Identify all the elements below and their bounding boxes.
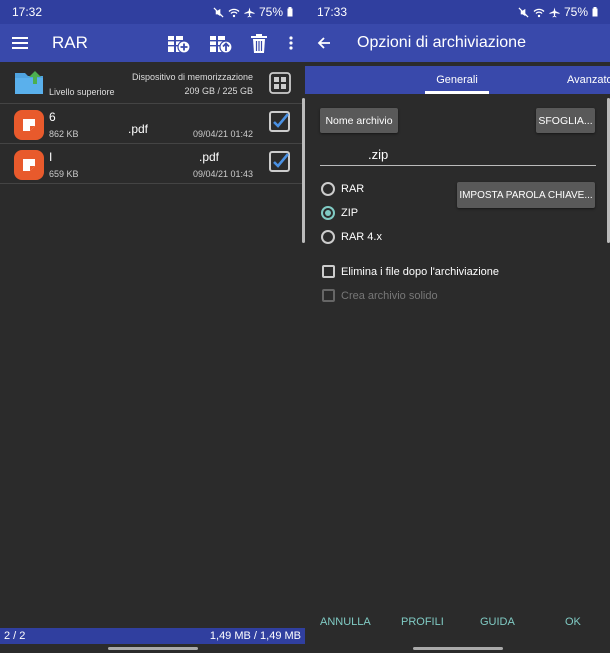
checkbox[interactable] bbox=[322, 265, 335, 278]
hamburger-icon bbox=[12, 37, 28, 49]
storage-info: Dispositivo di memorizzazione 209 GB / 2… bbox=[132, 70, 253, 98]
selection-status-bar: 2 / 2 1,49 MB / 1,49 MB bbox=[0, 628, 305, 644]
file-extension: .pdf bbox=[199, 150, 220, 164]
pdf-file-icon bbox=[14, 150, 44, 180]
cancel-button[interactable]: ANNULLA bbox=[320, 616, 371, 628]
grid-view-icon bbox=[269, 72, 291, 94]
archive-name-button[interactable]: Nome archivio bbox=[320, 108, 398, 133]
radio-button[interactable] bbox=[321, 230, 335, 244]
gesture-bar[interactable] bbox=[412, 647, 503, 650]
status-icons: 75% bbox=[213, 5, 293, 19]
file-name: 6 bbox=[49, 110, 56, 124]
tab-bar: Generali Avanzato bbox=[305, 66, 610, 94]
file-checkbox[interactable] bbox=[269, 151, 291, 178]
storage-space: 209 GB / 225 GB bbox=[184, 86, 253, 96]
checkbox-checked-icon bbox=[269, 151, 290, 172]
file-date: 09/04/21 01:43 bbox=[192, 169, 253, 179]
file-size: 862 KB bbox=[49, 129, 79, 139]
file-date: 09/04/21 01:42 bbox=[192, 129, 253, 139]
archive-extract-icon bbox=[210, 36, 233, 54]
mute-icon bbox=[518, 6, 529, 18]
menu-button[interactable] bbox=[12, 36, 28, 50]
archive-name-value: .zip bbox=[368, 147, 389, 162]
folder-up-icon bbox=[15, 71, 43, 94]
storage-device-label: Dispositivo di memorizzazione bbox=[131, 72, 253, 82]
ok-button[interactable]: OK bbox=[565, 616, 581, 628]
parent-folder-row[interactable]: Livello superiore Dispositivo di memoriz… bbox=[0, 64, 305, 104]
status-time: 17:32 bbox=[12, 5, 43, 19]
more-vert-icon bbox=[289, 36, 293, 50]
mute-icon bbox=[213, 6, 224, 18]
status-bar: 17:32 75% bbox=[0, 0, 305, 24]
status-bar: 17:33 75% bbox=[305, 0, 610, 24]
parent-folder-label: Livello superiore bbox=[49, 87, 115, 97]
file-size: 659 KB bbox=[49, 169, 79, 179]
file-checkbox[interactable] bbox=[269, 111, 291, 138]
file-extension: .pdf bbox=[128, 122, 149, 136]
format-label: ZIP bbox=[341, 207, 359, 219]
app-bar: Opzioni di archiviazione bbox=[305, 24, 610, 62]
tab-general[interactable]: Generali bbox=[425, 66, 489, 94]
battery-icon bbox=[592, 7, 598, 17]
format-rar4-radio[interactable]: RAR 4.x bbox=[321, 230, 382, 244]
gesture-bar[interactable] bbox=[107, 647, 198, 650]
radio-button[interactable] bbox=[321, 182, 335, 196]
selection-size: 1,49 MB / 1,49 MB bbox=[209, 630, 301, 642]
view-mode-button[interactable] bbox=[269, 72, 291, 94]
archive-add-icon bbox=[168, 36, 191, 54]
trash-icon bbox=[251, 33, 267, 53]
format-zip-radio[interactable]: ZIP bbox=[321, 206, 358, 220]
profiles-button[interactable]: PROFILI bbox=[401, 616, 444, 628]
app-bar: RAR bbox=[0, 24, 305, 62]
delete-button[interactable] bbox=[251, 33, 267, 53]
arrow-back-icon bbox=[317, 37, 330, 49]
battery-percent: 75% bbox=[258, 5, 283, 19]
delete-after-archiving-option[interactable]: Elimina i file dopo l'archiviazione bbox=[322, 265, 499, 278]
extract-button[interactable] bbox=[209, 32, 233, 54]
battery-icon bbox=[287, 7, 293, 17]
dialog-title: Opzioni di archiviazione bbox=[357, 34, 526, 51]
file-name: I bbox=[49, 150, 53, 164]
app-title: RAR bbox=[52, 33, 88, 52]
tab-indicator bbox=[425, 91, 489, 94]
wifi-icon bbox=[533, 8, 545, 17]
option-label: Elimina i file dopo l'archiviazione bbox=[341, 265, 500, 278]
file-row[interactable]: 6 .pdf 862 KB 09/04/21 01:42 bbox=[0, 104, 305, 144]
wifi-icon bbox=[228, 8, 240, 17]
status-icons: 75% bbox=[518, 5, 598, 19]
add-to-archive-button[interactable] bbox=[167, 32, 191, 54]
tab-advanced[interactable]: Avanzato bbox=[567, 66, 610, 94]
selection-count: 2 / 2 bbox=[4, 630, 26, 642]
left-screen: 17:32 75% RAR Livello superiore Disposit… bbox=[0, 0, 305, 653]
solid-archive-option: Crea archivio solido bbox=[322, 289, 438, 302]
checkbox-disabled bbox=[322, 289, 335, 302]
file-row[interactable]: I .pdf 659 KB 09/04/21 01:43 bbox=[0, 144, 305, 184]
format-label: RAR bbox=[341, 183, 365, 195]
archive-name-input[interactable]: .zip bbox=[320, 142, 596, 166]
airplane-icon bbox=[549, 6, 560, 18]
checkbox-checked-icon bbox=[269, 111, 290, 132]
right-screen: 17:33 75% Opzioni di archiviazione Gener… bbox=[305, 0, 610, 653]
pdf-file-icon bbox=[14, 110, 44, 140]
radio-button-selected[interactable] bbox=[321, 206, 335, 220]
more-options-button[interactable] bbox=[289, 36, 293, 50]
back-button[interactable] bbox=[317, 36, 331, 50]
format-rar-radio[interactable]: RAR bbox=[321, 182, 364, 196]
set-password-button[interactable]: IMPOSTA PAROLA CHIAVE... bbox=[457, 182, 595, 208]
battery-percent: 75% bbox=[563, 5, 588, 19]
browse-button[interactable]: SFOGLIA... bbox=[536, 108, 595, 133]
format-label: RAR 4.x bbox=[341, 231, 382, 243]
option-label: Crea archivio solido bbox=[341, 289, 438, 302]
airplane-icon bbox=[244, 6, 255, 18]
status-time: 17:33 bbox=[317, 5, 348, 19]
help-button[interactable]: GUIDA bbox=[480, 616, 515, 628]
